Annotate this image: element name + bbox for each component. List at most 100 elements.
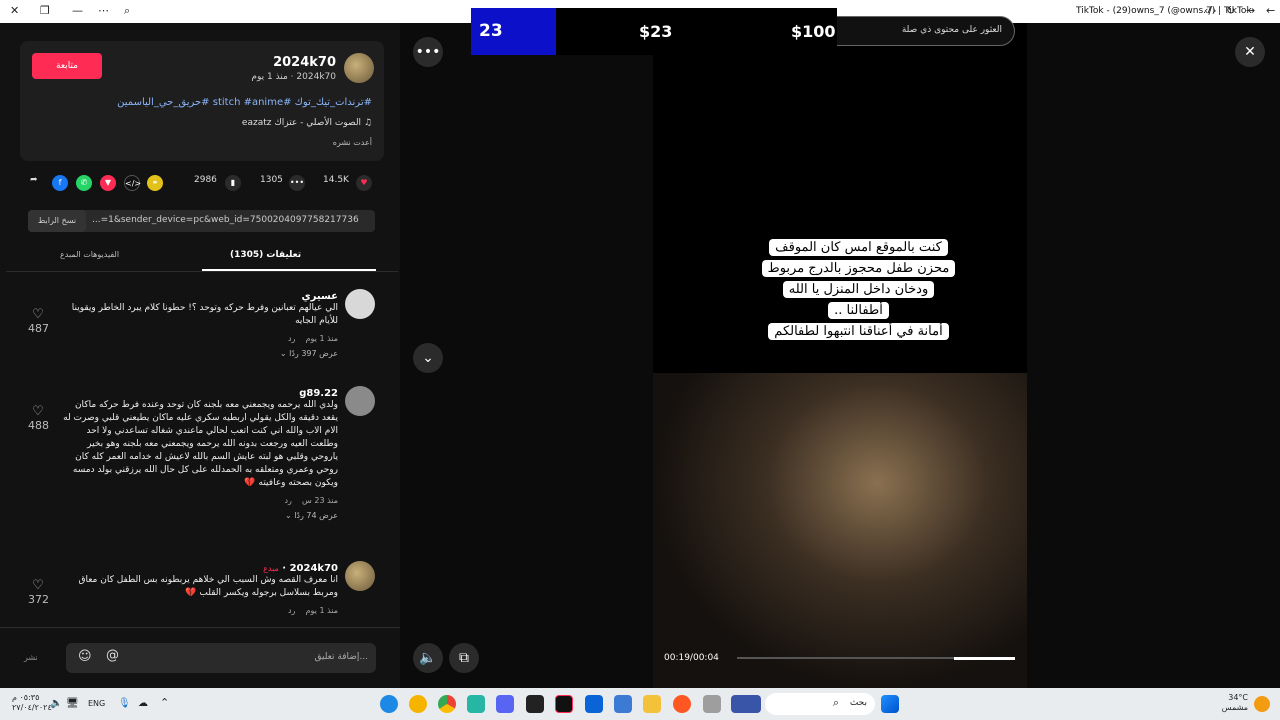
widget-icon[interactable]: [731, 695, 761, 713]
facebook-icon[interactable]: f: [52, 175, 68, 191]
reply-button[interactable]: رد: [284, 496, 291, 505]
comment-like[interactable]: ♡ 487: [28, 307, 49, 335]
send-icon[interactable]: ▼: [100, 175, 116, 191]
browser-icon[interactable]: [673, 695, 691, 713]
view-replies-button[interactable]: عرض 397 ردًا: [289, 349, 338, 358]
taskbar-search[interactable]: بحث ⌕: [765, 693, 875, 715]
author-name[interactable]: 2024k70: [273, 55, 336, 70]
weather-temp: 34°C: [1228, 693, 1248, 702]
search-placeholder[interactable]: العثور على محتوى ذي صلة: [902, 25, 1002, 35]
file-explorer-icon[interactable]: [643, 695, 661, 713]
comment-input[interactable]: ☺ @ إضافة تعليق...: [66, 643, 376, 673]
extension-icon[interactable]: ‹/›: [1204, 4, 1217, 17]
speaker-icon[interactable]: 🔈: [50, 698, 62, 709]
steam-icon[interactable]: [526, 695, 544, 713]
copilot-icon[interactable]: [409, 695, 427, 713]
capcut-icon[interactable]: [467, 695, 485, 713]
view-replies-button[interactable]: عرض 74 ردًا: [294, 511, 338, 520]
taskbar-search-label: بحث: [849, 698, 867, 708]
comment-like-count: 488: [28, 419, 49, 432]
bookmark-icon[interactable]: ▮: [225, 175, 241, 191]
minimize-icon[interactable]: —: [72, 4, 83, 17]
post-comment-button[interactable]: نشر: [24, 653, 38, 662]
tab-comments[interactable]: (1305) تعليقات: [230, 250, 301, 260]
heart-outline-icon[interactable]: ♡: [28, 404, 48, 419]
embed-icon[interactable]: </>: [124, 175, 141, 191]
network-icon[interactable]: 🖥: [66, 698, 79, 709]
heart-outline-icon[interactable]: ♡: [28, 307, 48, 322]
edge-icon[interactable]: [380, 695, 398, 713]
comments-panel: متابعة 2024k70 2024k70 · منذ 1 يوم #ترند…: [0, 23, 400, 688]
weather-widget[interactable]: 34°C مشمس: [1218, 693, 1248, 713]
close-icon[interactable]: ✕: [10, 4, 19, 17]
onedrive-icon[interactable]: ☁: [138, 698, 148, 709]
store-icon[interactable]: [614, 695, 632, 713]
ad-banner[interactable]: 23 $23 $100: [471, 8, 837, 55]
app-icon[interactable]: [703, 695, 721, 713]
comment-text-line: ومربط بسلاسل برجوله ويكسر القلب: [199, 588, 338, 598]
comment-like[interactable]: ♡ 488: [28, 404, 49, 432]
restore-icon[interactable]: ❐: [40, 4, 50, 17]
video-player[interactable]: كنت بالموقع امس كان الموقف محزن طفل محجو…: [653, 23, 1027, 688]
comments-count: 1305: [260, 175, 283, 185]
heart-outline-icon[interactable]: ♡: [28, 578, 48, 593]
commenter-avatar[interactable]: [345, 289, 375, 319]
emoji-icon[interactable]: ☺: [78, 649, 92, 664]
ad-left-value: 23: [471, 8, 556, 55]
commenter-avatar[interactable]: [345, 386, 375, 416]
comment-author[interactable]: عسيري: [72, 291, 338, 302]
commenter-avatar[interactable]: [345, 561, 375, 591]
copy-link-icon[interactable]: ⚭: [147, 175, 163, 191]
more-icon[interactable]: ⋯: [98, 4, 109, 17]
repost-label[interactable]: أعدت نشره: [333, 138, 372, 147]
chevron-up-icon[interactable]: ⌃: [160, 696, 169, 709]
composer-divider: [0, 627, 400, 628]
volume-icon[interactable]: 🔈: [413, 643, 443, 673]
reply-button[interactable]: رد: [288, 334, 295, 343]
share-arrow-icon[interactable]: ➦: [30, 175, 38, 185]
taskbar: ٠٥:٣٥ م ٢٧/٠٤/٢٠٢٤ 🔈 🖥 ENG 🎙 ☁ ⌃ بحث ⌕ 3…: [0, 688, 1280, 720]
comment-author[interactable]: g89.22: [63, 388, 338, 399]
comment-item: 2024k70 · مبدع انا معرف القصه وش السبب ا…: [78, 563, 338, 615]
tab-creator-videos[interactable]: الفيديوهات المبدع: [60, 250, 119, 259]
outlook-icon[interactable]: [585, 695, 603, 713]
broken-heart-icon: 💔: [185, 588, 197, 598]
whatsapp-icon[interactable]: ✆: [76, 175, 92, 191]
sound-link[interactable]: ♫ الصوت الأصلي - عتزاك eazatz: [242, 118, 372, 128]
copy-link-button[interactable]: نسخ الرابط: [28, 210, 86, 232]
ad-right-value: $100: [791, 22, 836, 41]
comment-item: عسيري الي عيالهم تعبانين وفرط حركه وتوحد…: [71, 291, 338, 358]
more-options-button[interactable]: •••: [413, 37, 443, 67]
comment-item: g89.22 ولدي الله يرحمه ويجمعني معه بلجنه…: [63, 388, 338, 520]
follow-button[interactable]: متابعة: [32, 53, 102, 79]
chevron-down-icon[interactable]: ⌄: [413, 343, 443, 373]
comment-time: منذ 1 يوم: [305, 606, 338, 615]
mention-icon[interactable]: @: [106, 648, 119, 663]
back-icon[interactable]: ←: [1266, 4, 1275, 17]
caption-line: أمانة في أعناقنا انتبهوا لطفالكم: [768, 323, 949, 340]
comment-author[interactable]: 2024k70: [290, 563, 338, 574]
reply-button[interactable]: رد: [288, 606, 295, 615]
discord-icon[interactable]: [496, 695, 514, 713]
caption-line: محزن طفل محجوز بالدرج مربوط: [761, 260, 956, 277]
search-icon: ⌕: [832, 696, 839, 709]
language-indicator[interactable]: ENG: [88, 699, 105, 708]
comment-placeholder[interactable]: إضافة تعليق...: [314, 652, 368, 662]
comment-like-count: 487: [28, 322, 49, 335]
refresh-icon[interactable]: ↻: [1226, 4, 1235, 17]
post-hashtags[interactable]: #ترندات_تيك_توك #stitch #anime #حريق_حي_…: [117, 97, 372, 108]
comment-like[interactable]: ♡ 372: [28, 578, 49, 606]
tiktok-icon[interactable]: [555, 695, 573, 713]
heart-icon[interactable]: ♥: [356, 175, 372, 191]
share-link-text[interactable]: ...=1&sender_device=pc&web_id=7500204097…: [92, 215, 367, 225]
chrome-icon[interactable]: [438, 695, 456, 713]
comment-icon[interactable]: •••: [289, 175, 305, 191]
author-avatar[interactable]: [344, 53, 374, 83]
close-video-button[interactable]: ✕: [1235, 37, 1265, 67]
windows-start-icon[interactable]: [881, 695, 899, 713]
pip-icon[interactable]: ⧉: [449, 643, 479, 673]
microphone-icon[interactable]: 🎙: [118, 698, 131, 709]
zoom-icon[interactable]: ⌕: [124, 4, 130, 18]
forward-icon[interactable]: →: [1246, 4, 1255, 17]
clock[interactable]: ٠٥:٣٥ م ٢٧/٠٤/٢٠٢٤: [12, 693, 52, 713]
